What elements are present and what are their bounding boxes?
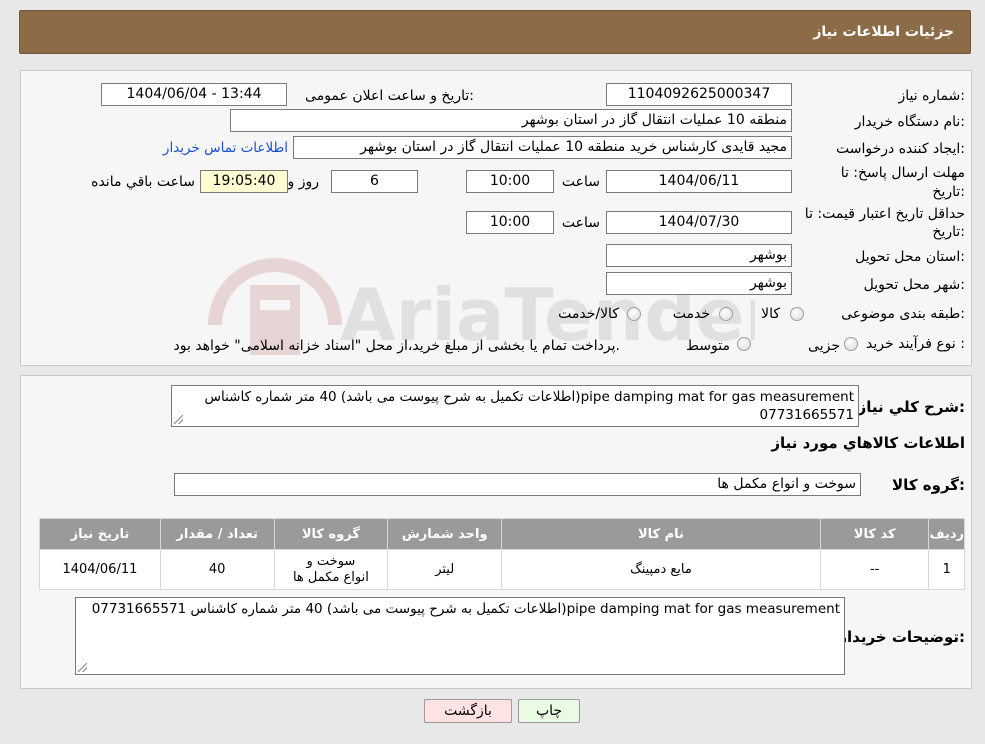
category-goods-service-label: کالا/خدمت [558,306,619,322]
need-number-field: 1104092625000347 [606,83,792,106]
price-validity-date-field: 1404/07/30 [606,211,792,234]
buyer-org-field: منطقه 10 عملیات انتقال گاز در استان بوشه… [230,109,792,132]
buyer-contact-link[interactable]: اطلاعات تماس خریدار [163,140,288,156]
deadline-time-label: ساعت [561,174,600,190]
resize-grip-icon[interactable] [174,415,183,424]
city-label: شهر محل تحویل: [863,277,965,293]
summary-textarea[interactable]: pipe damping mat for gas measurement(اطل… [171,385,859,427]
cell-need-date: 1404/06/11 [39,549,161,590]
cell-row-number: 1 [928,549,965,590]
category-service-label: خدمت [672,306,710,322]
cell-item-name: مایع دمپینگ [501,549,821,590]
cell-item-code: -- [819,549,930,590]
col-item-name: نام کالا [501,518,821,550]
process-radio-small[interactable] [844,337,858,351]
remaining-days-field: 6 [331,170,418,193]
remaining-time-field: 19:05:40 [200,170,288,193]
category-label: طبقه بندی موضوعی: [841,306,965,322]
page-header: جزئیات اطلاعات نیاز [19,10,971,54]
price-validity-label-date: تاریخ: [932,224,965,240]
remaining-time-label: ساعت باقي مانده [91,174,195,190]
deadline-time-field: 10:00 [466,170,554,193]
process-radio-medium[interactable] [737,337,751,351]
days-label: روز و [287,174,320,190]
category-goods-label: کالا [761,306,780,322]
deadline-label: مهلت ارسال پاسخ: تا [840,165,965,181]
requester-field: مجید قایدی کارشناس خرید منطقه 10 عملیات … [293,136,792,159]
price-validity-label: حداقل تاریخ اعتبار قیمت: تا [804,206,965,222]
process-small-label: جزیی [808,338,840,354]
product-group-field: سوخت و انواع مکمل ها [174,473,861,496]
summary-label: شرح کلي نياز: [857,398,965,416]
category-radio-goods-service[interactable] [627,307,641,321]
col-quantity: تعداد / مقدار [159,518,275,550]
cell-quantity: 40 [159,549,275,590]
announce-datetime-label: تاریخ و ساعت اعلان عمومی: [305,88,474,104]
col-product-group: گروه کالا [273,518,389,550]
page-title: جزئیات اطلاعات نیاز [813,24,954,40]
deadline-date-field: 1404/06/11 [606,170,792,193]
cell-product-group: سوخت و انواع مکمل ها [273,549,389,590]
col-item-code: کد کالا [819,518,930,550]
process-label: نوع فرآیند خرید : [866,336,965,352]
print-button[interactable]: چاپ [518,699,580,723]
resize-grip-icon[interactable] [78,663,87,672]
col-unit: واحد شمارش [387,518,503,550]
province-label: استان محل تحویل: [855,249,965,265]
category-radio-goods[interactable] [790,307,804,321]
process-medium-label: متوسط [686,338,730,354]
buyer-notes-label: توضیحات خریدار: [838,628,965,646]
announce-datetime-field: 1404/06/04 - 13:44 [101,83,287,106]
province-field: بوشهر [606,244,792,267]
process-note: پرداخت تمام یا بخشی از مبلغ خرید،از محل … [173,338,620,354]
product-group-label: گروه کالا: [892,476,965,494]
back-button[interactable]: بازگشت [424,699,512,723]
price-validity-time-label: ساعت [561,215,600,231]
cell-unit: لیتر [387,549,503,590]
col-need-date: تاریخ نیاز [39,518,161,550]
col-row-number: ردیف [928,518,965,550]
items-section-title: اطلاعات کالاهاي مورد نياز [771,434,965,452]
items-table-header: ردیف کد کالا نام کالا واحد شمارش گروه کا… [39,518,965,550]
buyer-notes-textarea[interactable]: pipe damping mat for gas measurement(اطل… [75,597,845,675]
items-table: ردیف کد کالا نام کالا واحد شمارش گروه کا… [39,518,965,590]
table-row: 1 -- مایع دمپینگ لیتر سوخت و انواع مکمل … [39,549,965,590]
city-field: بوشهر [606,272,792,295]
category-radio-service[interactable] [719,307,733,321]
price-validity-time-field: 10:00 [466,211,554,234]
buyer-org-label: نام دستگاه خریدار: [854,114,965,130]
deadline-label-date: تاریخ: [932,184,965,200]
summary-text: pipe damping mat for gas measurement(اطل… [204,389,854,423]
need-number-label: شماره نیاز: [898,88,965,104]
requester-label: ایجاد کننده درخواست: [836,141,965,157]
buyer-notes-text: pipe damping mat for gas measurement(اطل… [91,601,840,617]
